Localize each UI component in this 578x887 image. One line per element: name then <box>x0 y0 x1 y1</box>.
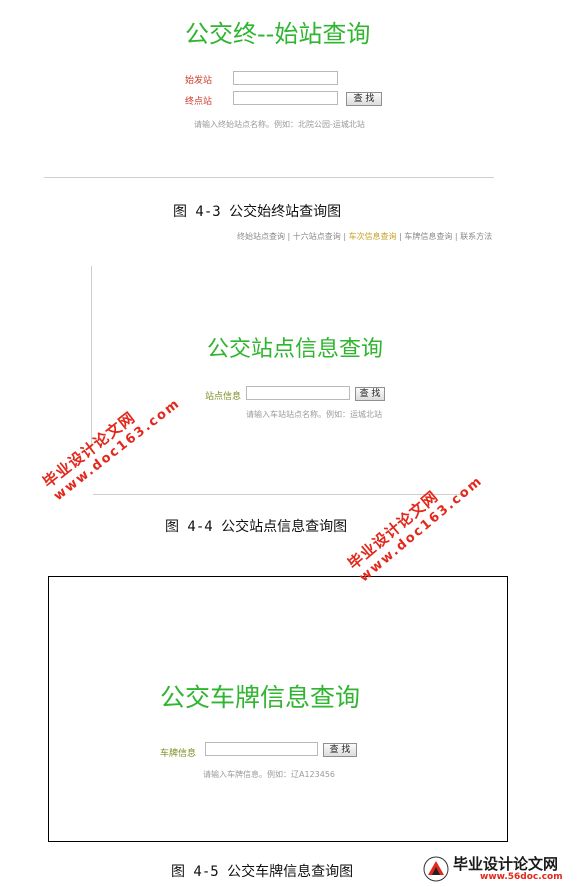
fig5-hint: 请输入车牌信息。例如：辽A123456 <box>203 770 336 779</box>
fig4-search-button[interactable]: 查 找 <box>355 387 385 401</box>
watermark-right-url: www.doc163.com <box>356 473 486 586</box>
fig3-divider <box>44 177 494 178</box>
fig5-title: 公交车牌信息查询 <box>160 683 361 712</box>
fig4-nav: 终始站点查询 | 十六站点查询 | 车次信息查询 | 车牌信息查询 | 联系方法 <box>237 232 493 241</box>
fig5-plate-input[interactable] <box>205 742 318 756</box>
fig3-hint: 请输入终始站点名称。例如：北院公园-运城北站 <box>194 120 365 129</box>
nav-item-contact[interactable]: 联系方法 <box>460 232 492 241</box>
logo-cn: 毕业设计论文网 <box>453 855 559 873</box>
fig5-search-button[interactable]: 查 找 <box>323 743 357 757</box>
watermark-right: 毕业设计论文网 www.doc163.com <box>344 460 487 587</box>
fig3-start-input[interactable] <box>233 71 338 85</box>
watermark-right-cn: 毕业设计论文网 <box>344 487 442 574</box>
nav-item-trips[interactable]: 车次信息查询 <box>349 232 397 241</box>
fig4-left-border <box>91 266 92 452</box>
nav-item-plates[interactable]: 车牌信息查询 <box>404 232 452 241</box>
watermark-left: 毕业设计论文网 www.doc163.com <box>39 382 184 505</box>
nav-item-terminal[interactable]: 终始站点查询 <box>237 232 285 241</box>
fig4-caption: 图 4-4 公交站点信息查询图 <box>165 519 348 535</box>
watermark-left-url: www.doc163.com <box>51 395 184 505</box>
fig3-search-button[interactable]: 查 找 <box>346 92 382 106</box>
fig4-divider <box>93 494 468 495</box>
nav-item-stations[interactable]: 十六站点查询 <box>293 232 341 241</box>
fig4-station-label: 站点信息 <box>205 392 242 402</box>
site-logo: 毕业设计论文网 www.56doc.com <box>422 853 574 885</box>
fig4-title: 公交站点信息查询 <box>207 337 384 362</box>
logo-url: www.56doc.com <box>480 872 563 882</box>
fig3-end-label: 终点站 <box>185 97 213 107</box>
fig3-caption: 图 4-3 公交始终站查询图 <box>173 204 342 220</box>
fig3-start-label: 始发站 <box>185 76 213 86</box>
fig3-end-input[interactable] <box>233 91 338 105</box>
fig5-plate-label: 车牌信息 <box>160 749 197 759</box>
logo-mark-icon <box>423 856 449 882</box>
fig3-title: 公交终--始站查询 <box>185 20 371 48</box>
fig4-hint: 请输入车站站点名称。例如：运城北站 <box>246 410 382 419</box>
watermark-left-cn: 毕业设计论文网 <box>39 408 139 492</box>
fig4-station-input[interactable] <box>246 386 350 400</box>
fig5-caption: 图 4-5 公交车牌信息查询图 <box>171 864 354 880</box>
